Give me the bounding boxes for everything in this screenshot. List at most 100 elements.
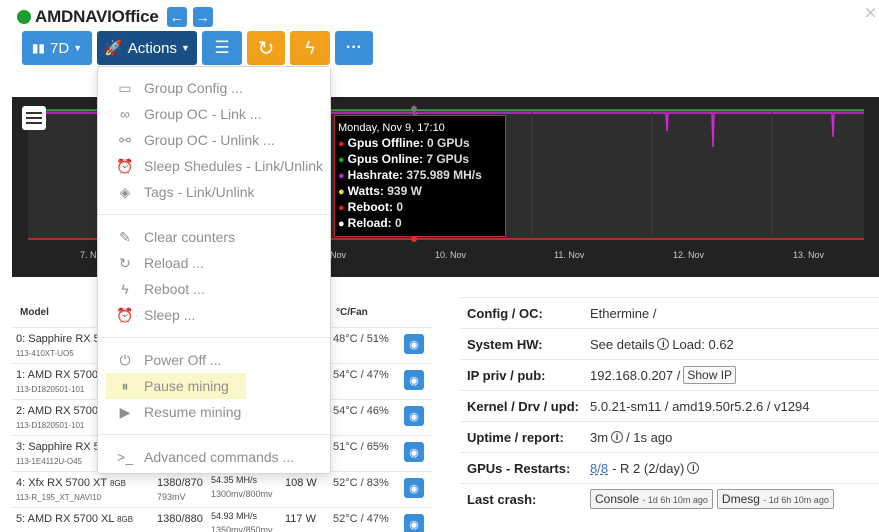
gpu-voltage: 793mV <box>157 492 186 502</box>
menu-item-resume-mining[interactable]: ▶ Resume mining <box>98 399 330 425</box>
tuning-button[interactable]: ☰ <box>202 31 242 65</box>
gpu-name: 4: Xfx RX 5700 XT <box>16 477 107 489</box>
menu-item-pause-mining[interactable]: ⏸ Pause mining <box>106 373 246 399</box>
menu-item-label: Sleep ... <box>144 307 196 323</box>
menu-item-reload[interactable]: ↻ Reload ... <box>98 250 330 276</box>
rig-info-panel: Config / OC: Ethermine / System HW: See … <box>460 297 879 514</box>
info-row-ip: IP priv / pub: 192.168.0.207 / Show IP <box>460 359 879 390</box>
gpus-count-link[interactable]: 8/8 <box>590 461 608 476</box>
menu-item-label: Group Config ... <box>144 80 243 96</box>
broom-icon: ✎ <box>119 228 131 245</box>
load-value: Load: 0.62 <box>672 336 734 352</box>
ip-value: 192.168.0.207 / <box>590 367 681 383</box>
actions-label: Actions <box>127 39 177 57</box>
next-rig-button[interactable]: → <box>192 7 213 27</box>
tooltip-value: 375.989 MH/s <box>406 168 482 182</box>
temp-fan-column-header: °C/Fan <box>336 307 368 318</box>
info-label: IP priv / pub: <box>467 367 546 383</box>
previous-rig-button[interactable]: ← <box>166 7 187 27</box>
menu-item-advanced-commands[interactable]: >_ Advanced commands ... <box>98 444 330 470</box>
menu-item-sleep-shedules-link-unlink[interactable]: ⏰ Sleep Shedules - Link/Unlink <box>98 153 330 179</box>
menu-item-label: Sleep Shedules - Link/Unlink <box>144 158 323 174</box>
map-pin-icon: ◉ <box>409 446 419 459</box>
gpu-locate-button[interactable]: ◉ <box>404 514 424 532</box>
arrow-left-icon: ← <box>169 9 184 25</box>
dmesg-log-button[interactable]: Dmesg - 1d 6h 10m ago <box>716 489 834 509</box>
map-pin-icon: ◉ <box>409 338 419 351</box>
menu-item-sleep[interactable]: ⏰ Sleep ... <box>98 302 330 328</box>
gpu-name: 3: Sapphire RX 5 <box>16 441 100 453</box>
tags-icon: ◈ <box>119 183 131 200</box>
map-pin-icon: ◉ <box>409 374 419 387</box>
menu-item-label: Power Off ... <box>144 352 222 368</box>
tooltip-row: ● Gpus Offline: 0 GPUs <box>338 136 499 152</box>
tooltip-value: 0 <box>396 200 404 214</box>
gpu-temp-fan: 51°C / 65% <box>333 441 389 453</box>
series-bullet-icon: ● <box>338 186 345 198</box>
caret-down-icon: ▼ <box>180 43 190 53</box>
menu-item-group-config[interactable]: ▭ Group Config ... <box>98 75 330 101</box>
menu-item-reboot[interactable]: ϟ Reboot ... <box>98 276 330 302</box>
gpu-name: 5: AMD RX 5700 XL <box>16 513 115 525</box>
series-bullet-icon: ● <box>338 202 345 214</box>
info-row-crash: Last crash: Console - 1d 6h 10m ago Dmes… <box>460 483 879 514</box>
tooltip-value: 0 <box>395 216 402 230</box>
info-icon[interactable]: i <box>657 338 670 350</box>
close-icon[interactable]: × <box>864 0 877 26</box>
gpu-locate-button[interactable]: ◉ <box>404 478 424 498</box>
x-tick-label: Nov <box>330 250 347 260</box>
ellipsis-icon: ··· <box>346 39 362 56</box>
gpu-memory: 8GB <box>109 479 126 488</box>
map-pin-icon: ◉ <box>409 482 419 495</box>
info-row-uptime: Uptime / report: 3m i / 1s ago <box>460 421 879 452</box>
tooltip-label: Reboot: <box>347 200 393 214</box>
x-tick-label: 13. Nov <box>793 250 825 260</box>
gpu-locate-button[interactable]: ◉ <box>404 370 424 390</box>
gpu-bios: 113-R_195_XT_NAVI10 <box>16 493 102 502</box>
tooltip-row: ● Hashrate: 375.989 MH/s <box>338 168 499 184</box>
actions-button[interactable]: 🚀 Actions ▼ <box>97 31 197 65</box>
more-button[interactable]: ··· <box>335 31 373 65</box>
reload-button[interactable]: ↻ <box>247 31 285 65</box>
time-range-button[interactable]: ▮▮ 7D ▼ <box>22 31 92 65</box>
dmesg-label: Dmesg <box>721 492 760 506</box>
x-tick-label: 11. Nov <box>554 250 585 260</box>
online-status-dot <box>17 10 31 24</box>
gpu-bios: 113-D1820501-101 <box>16 385 85 394</box>
unlink-icon: ⚯ <box>119 131 131 148</box>
menu-item-group-oc-link[interactable]: ∞ Group OC - Link ... <box>98 101 330 127</box>
actions-dropdown-menu: ▭ Group Config ... ∞ Group OC - Link ... ⚯ Gr… <box>97 66 331 474</box>
gpu-locate-button[interactable]: ◉ <box>404 442 424 462</box>
tooltip-rows: ● Gpus Offline: 0 GPUs ● Gpus Online: 7 GPU… <box>338 136 499 232</box>
gpu-clocks: 1380/880 <box>157 513 203 525</box>
info-label: Last crash: <box>467 491 537 507</box>
info-label: Uptime / report: <box>467 429 564 445</box>
show-ip-button[interactable]: Show IP <box>683 366 737 384</box>
hw-details-link[interactable]: See details <box>590 337 654 352</box>
gpu-locate-button[interactable]: ◉ <box>404 406 424 426</box>
menu-item-label: Pause mining <box>144 378 229 394</box>
chart-menu-button[interactable] <box>22 106 46 130</box>
menu-item-tags-link-unlink[interactable]: ◈ Tags - Link/Unlink <box>98 179 330 205</box>
console-ago: - 1d 6h 10m ago <box>642 495 708 505</box>
series-bullet-icon: ● <box>338 218 345 230</box>
info-icon[interactable]: i <box>687 462 700 474</box>
play-icon: ▶ <box>119 403 131 420</box>
reload-icon: ↻ <box>257 37 275 60</box>
menu-item-label: Reload ... <box>144 255 204 271</box>
console-log-button[interactable]: Console - 1d 6h 10m ago <box>590 489 713 509</box>
gpu-row: 4: Xfx RX 5700 XT 8GB 113-R_195_XT_NAVI10… <box>12 471 432 507</box>
gpu-locate-button[interactable]: ◉ <box>404 334 424 354</box>
bar-chart-icon: ▮▮ <box>31 41 46 55</box>
alarm-clock-icon: ⏰ <box>116 157 134 174</box>
menu-item-clear-counters[interactable]: ✎ Clear counters <box>98 224 330 250</box>
reboot-button[interactable]: ϟ <box>290 31 330 65</box>
menu-item-group-oc-unlink[interactable]: ⚯ Group OC - Unlink ... <box>98 127 330 153</box>
menu-item-power-off[interactable]: ⏻ Power Off ... <box>98 347 330 373</box>
series-bullet-icon: ● <box>338 138 345 150</box>
series-bullet-icon: ● <box>338 170 345 182</box>
tooltip-time: Monday, Nov 9, 17:10 <box>338 122 445 134</box>
gpu-power: 108 W <box>285 477 317 489</box>
info-icon[interactable]: i <box>611 431 624 443</box>
pause-icon: ⏸ <box>121 377 129 394</box>
